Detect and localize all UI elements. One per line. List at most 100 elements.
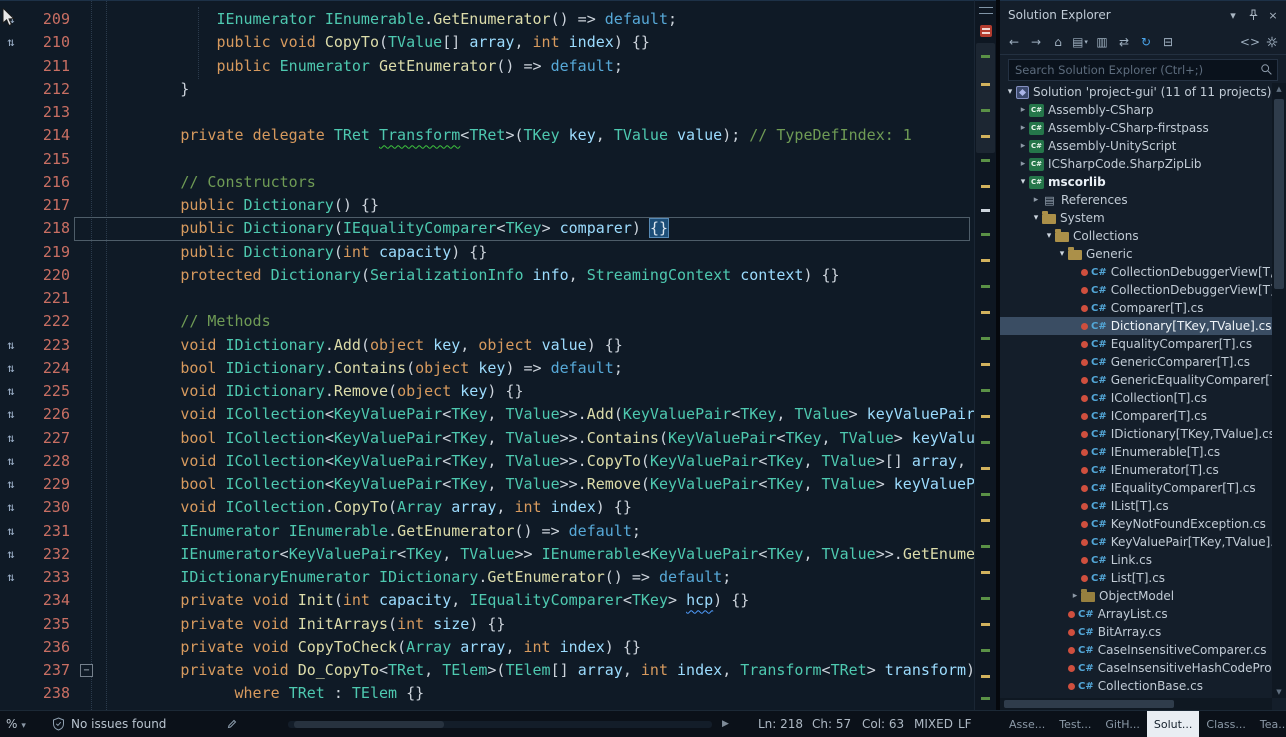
scroll-down-icon[interactable] [1272,686,1286,698]
collapse-icon[interactable] [1030,213,1042,223]
tree-item-genericequalitycomparer-t-cs[interactable]: C#GenericEqualityComparer[T].cs [1000,371,1272,389]
code-text[interactable]: IEnumerator IEnumerable.GetEnumerator() … [90,8,677,31]
editor-horizontal-scrollbar[interactable] [288,721,712,728]
implements-overrides-icon[interactable]: ⇅ [0,566,22,589]
tree-item-caseinsensitivecomparer-cs[interactable]: C#CaseInsensitiveComparer.cs [1000,641,1272,659]
line-number[interactable]: 232 [22,543,70,566]
view-code-icon[interactable]: <> [1240,32,1260,52]
tree-item-ienumerator-t-cs[interactable]: C#IEnumerator[T].cs [1000,461,1272,479]
code-line-232[interactable]: ⇅232 IEnumerator<KeyValuePair<TKey, TVal… [0,543,974,566]
expand-icon[interactable] [1017,141,1029,151]
line-number[interactable]: 231 [22,520,70,543]
line-number[interactable]: 221 [22,287,70,310]
code-text[interactable]: IDictionaryEnumerator IDictionary.GetEnu… [90,566,731,589]
implements-overrides-icon[interactable]: ⇅ [0,427,22,450]
line-number[interactable]: 214 [22,124,70,147]
code-line-225[interactable]: ⇅225 void IDictionary.Remove(object key)… [0,380,974,403]
line-number[interactable]: 215 [22,148,70,171]
code-line-227[interactable]: ⇅227 bool ICollection<KeyValuePair<TKey,… [0,427,974,450]
code-line-229[interactable]: ⇅229 bool ICollection<KeyValuePair<TKey,… [0,473,974,496]
code-line-228[interactable]: ⇅228 void ICollection<KeyValuePair<TKey,… [0,450,974,473]
switch-views-icon[interactable]: ▤▾ [1070,32,1090,52]
code-line-220[interactable]: 220 protected Dictionary(SerializationIn… [0,264,974,287]
code-line-216[interactable]: 216 // Constructors [0,171,974,194]
tree-item-comparer-t-cs[interactable]: C#Comparer[T].cs [1000,299,1272,317]
sync-with-active-document-icon[interactable]: ⇄ [1114,32,1134,52]
code-line-209[interactable]: ⇅209 IEnumerator IEnumerable.GetEnumerat… [0,8,974,31]
code-line-214[interactable]: 214 private delegate TRet Transform<TRet… [0,124,974,147]
line-number[interactable]: 225 [22,380,70,403]
tool-window-tab-solut[interactable]: Solut... [1147,711,1200,737]
tree-item-genericcomparer-t-cs[interactable]: C#GenericComparer[T].cs [1000,353,1272,371]
code-line-210[interactable]: ⇅210 public void CopyTo(TValue[] array, … [0,31,974,54]
line-number[interactable]: 234 [22,589,70,612]
code-line-226[interactable]: ⇅226 void ICollection<KeyValuePair<TKey,… [0,403,974,426]
tree-item-arraylist-cs[interactable]: C#ArrayList.cs [1000,605,1272,623]
code-text[interactable]: private delegate TRet Transform<TRet>(TK… [90,124,912,147]
line-number[interactable]: 222 [22,310,70,333]
show-all-files-icon[interactable]: ▥ [1092,32,1112,52]
back-icon[interactable]: ← [1004,32,1024,52]
tool-window-tab-tea[interactable]: Tea... [1253,711,1286,737]
refresh-icon[interactable]: ↻ [1136,32,1156,52]
collapse-icon[interactable] [1017,177,1029,187]
scroll-right-icon[interactable] [722,711,729,737]
code-text[interactable]: private void Init(int capacity, IEqualit… [90,589,749,612]
expand-icon[interactable] [1017,159,1029,169]
line-number[interactable]: 210 [22,31,70,54]
tree-item-iequalitycomparer-t-cs[interactable]: C#IEqualityComparer[T].cs [1000,479,1272,497]
code-line-212[interactable]: 212 } [0,78,974,101]
code-line-213[interactable]: 213 [0,101,974,124]
code-line-234[interactable]: 234 private void Init(int capacity, IEqu… [0,589,974,612]
pin-icon[interactable] [1244,7,1262,24]
tree-item-solution-project-gui-11-of-11-projects[interactable]: Solution 'project-gui' (11 of 11 project… [1000,83,1272,101]
code-line-223[interactable]: ⇅223 void IDictionary.Add(object key, ob… [0,334,974,357]
tree-horizontal-scrollbar[interactable] [1000,698,1272,710]
code-text[interactable]: void ICollection<KeyValuePair<TKey, TVal… [90,403,974,426]
line-number[interactable]: 217 [22,194,70,217]
tree-item-mscorlib[interactable]: C#mscorlib [1000,173,1272,191]
tree-vertical-scrollbar[interactable] [1272,83,1286,698]
expand-icon[interactable] [1030,195,1042,205]
tree-item-link-cs[interactable]: C#Link.cs [1000,551,1272,569]
tree-item-assembly-csharp-firstpass[interactable]: C#Assembly-CSharp-firstpass [1000,119,1272,137]
line-number[interactable]: 224 [22,357,70,380]
implements-overrides-icon[interactable]: ⇅ [0,450,22,473]
line-number[interactable]: 229 [22,473,70,496]
tree-item-assembly-unityscript[interactable]: C#Assembly-UnityScript [1000,137,1272,155]
chevron-down-icon[interactable]: ▾ [1224,7,1242,24]
code-line-236[interactable]: 236 private void CopyToCheck(Array array… [0,636,974,659]
scroll-up-icon[interactable] [1272,83,1286,95]
implements-overrides-icon[interactable]: ⇅ [0,473,22,496]
tree-item-objectmodel[interactable]: ObjectModel [1000,587,1272,605]
code-text[interactable]: bool IDictionary.Contains(object key) =>… [90,357,623,380]
implements-overrides-icon[interactable]: ⇅ [0,520,22,543]
code-line-238[interactable]: 238 where TRet : TElem {} [0,682,974,705]
code-editor[interactable]: ⇅209 IEnumerator IEnumerable.GetEnumerat… [0,0,974,710]
collapse-icon[interactable] [1056,249,1068,259]
tree-item-idictionary-tkey-tvalue-cs[interactable]: C#IDictionary[TKey,TValue].cs [1000,425,1272,443]
collapse-icon[interactable] [1043,231,1055,241]
expand-icon[interactable] [1017,105,1029,115]
tree-item-ilist-t-cs[interactable]: C#IList[T].cs [1000,497,1272,515]
code-line-221[interactable]: 221 [0,287,974,310]
tree-item-collectionbase-cs[interactable]: C#CollectionBase.cs [1000,677,1272,695]
line-number[interactable]: 230 [22,496,70,519]
tree-item-keyvaluepair-tkey-tvalue-cs[interactable]: C#KeyValuePair[TKey,TValue].cs [1000,533,1272,551]
line-number[interactable]: 216 [22,171,70,194]
tree-item-icsharpcode-sharpziplib[interactable]: C#ICSharpCode.SharpZipLib [1000,155,1272,173]
search-icon[interactable] [1260,63,1273,76]
implements-overrides-icon[interactable]: ⇅ [0,380,22,403]
code-line-233[interactable]: ⇅233 IDictionaryEnumerator IDictionary.G… [0,566,974,589]
code-line-230[interactable]: ⇅230 void ICollection.CopyTo(Array array… [0,496,974,519]
tree-item-equalitycomparer-t-cs[interactable]: C#EqualityComparer[T].cs [1000,335,1272,353]
tool-window-tab-asse[interactable]: Asse... [1002,711,1052,737]
scrollbar-thumb[interactable] [1274,99,1284,289]
line-number[interactable]: 213 [22,101,70,124]
code-text[interactable]: // Methods [90,310,271,333]
code-line-222[interactable]: 222 // Methods [0,310,974,333]
line-number[interactable]: 212 [22,78,70,101]
tool-window-tab-gith[interactable]: GitH... [1098,711,1146,737]
code-text[interactable]: bool ICollection<KeyValuePair<TKey, TVal… [90,427,974,450]
implements-overrides-icon[interactable]: ⇅ [0,334,22,357]
